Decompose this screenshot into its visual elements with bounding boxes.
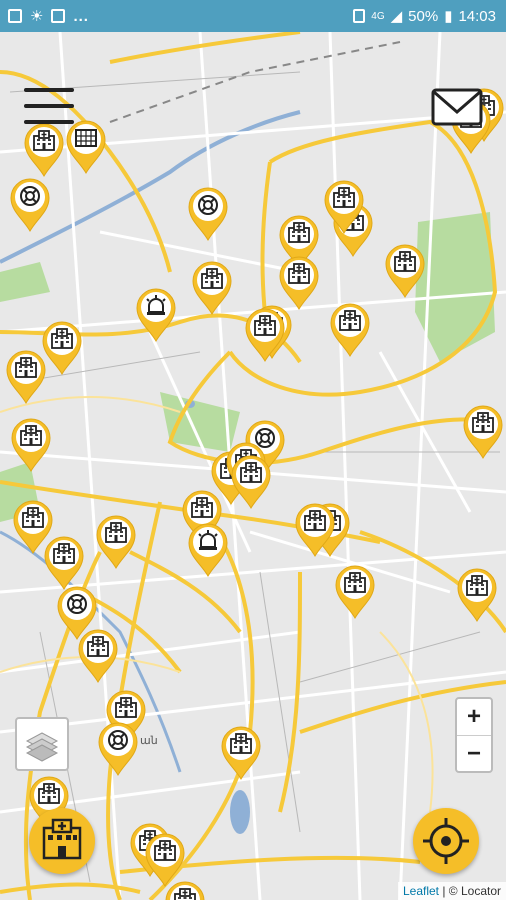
sim-icon — [353, 9, 366, 23]
locator-credit: Locator — [460, 884, 501, 898]
hospital-map-marker[interactable] — [384, 243, 426, 299]
hospital-map-marker[interactable] — [334, 564, 376, 620]
hospital-map-marker[interactable] — [294, 502, 336, 558]
hospital-icon — [385, 244, 425, 298]
hospital-map-marker[interactable] — [191, 260, 233, 316]
hospital-icon — [330, 303, 370, 357]
zoom-out-button[interactable]: − — [457, 736, 491, 772]
alarm-map-marker[interactable] — [135, 287, 177, 343]
hospital-map-marker[interactable] — [278, 255, 320, 311]
more-notifications: ... — [73, 7, 89, 25]
alarm-icon — [136, 288, 176, 342]
network-type: 4G — [371, 10, 385, 22]
lifebuoy-map-marker[interactable] — [97, 721, 139, 777]
hospital-icon — [42, 321, 82, 375]
crosshair-icon — [423, 818, 469, 864]
hospital-map-marker[interactable] — [43, 535, 85, 591]
image-icon — [51, 9, 66, 23]
lifebuoy-map-marker[interactable] — [9, 177, 51, 233]
hospital-icon — [295, 503, 335, 557]
hospital-icon — [165, 881, 205, 900]
hospital-icon — [245, 308, 285, 362]
hospital-map-marker[interactable] — [41, 320, 83, 376]
lifebuoy-icon — [98, 722, 138, 776]
signal-icon: ◢ — [390, 8, 403, 25]
hospital-map-marker[interactable] — [164, 880, 206, 900]
brightness-icon: ☀ — [30, 8, 44, 25]
alarm-icon — [188, 523, 228, 577]
hospital-map-marker[interactable] — [95, 514, 137, 570]
lifebuoy-icon — [188, 187, 228, 241]
hospital-icon — [78, 629, 118, 683]
hospital-map-marker[interactable] — [456, 567, 498, 623]
hospital-map-marker[interactable] — [323, 179, 365, 235]
hospital-map-marker[interactable] — [462, 404, 504, 460]
hospital-icon — [44, 536, 84, 590]
attribution-separator: | © — [439, 884, 461, 898]
mail-icon — [431, 88, 483, 126]
hospital-icon — [279, 256, 319, 310]
lifebuoy-map-marker[interactable] — [187, 186, 229, 242]
hospital-icon — [192, 261, 232, 315]
layers-icon — [25, 732, 59, 762]
battery-icon: ▮ — [444, 8, 453, 25]
map-view[interactable]: ան + − — [0, 32, 506, 900]
hospital-icon — [42, 818, 82, 860]
hospital-icon — [231, 455, 271, 509]
zoom-control: + − — [455, 697, 493, 773]
hospital-icon — [324, 180, 364, 234]
hospital-map-marker[interactable] — [5, 349, 47, 405]
hospital-icon — [24, 123, 64, 177]
alarm-map-marker[interactable] — [187, 522, 229, 578]
hospital-icon — [221, 726, 261, 780]
hospital-map-marker[interactable] — [329, 302, 371, 358]
battery-percent: 50% — [408, 7, 439, 25]
menu-button[interactable] — [24, 88, 76, 124]
status-bar: ☀ ... 4G ◢ 50% ▮ 14:03 — [0, 0, 506, 32]
clock: 14:03 — [458, 7, 496, 25]
leaflet-link[interactable]: Leaflet — [403, 884, 439, 898]
locate-me-button[interactable] — [413, 808, 479, 874]
notification-icon — [8, 9, 22, 23]
hospital-map-marker[interactable] — [77, 628, 119, 684]
hospital-map-marker[interactable] — [244, 307, 286, 363]
grid-icon — [66, 120, 106, 174]
hospital-icon — [96, 515, 136, 569]
hospital-map-marker[interactable] — [10, 417, 52, 473]
place-label: ան — [140, 735, 158, 747]
zoom-in-button[interactable]: + — [457, 699, 491, 735]
hospital-filter-button[interactable] — [29, 808, 95, 874]
hospital-icon — [463, 405, 503, 459]
grid-map-marker[interactable] — [65, 119, 107, 175]
hospital-icon — [6, 350, 46, 404]
layers-button[interactable] — [15, 717, 69, 771]
mail-button[interactable] — [430, 86, 484, 128]
hospital-map-marker[interactable] — [23, 122, 65, 178]
hospital-icon — [335, 565, 375, 619]
lifebuoy-icon — [10, 178, 50, 232]
hospital-icon — [11, 418, 51, 472]
hospital-icon — [457, 568, 497, 622]
hospital-map-marker[interactable] — [220, 725, 262, 781]
map-attribution: Leaflet | © Locator — [397, 882, 506, 900]
hospital-map-marker[interactable] — [230, 454, 272, 510]
